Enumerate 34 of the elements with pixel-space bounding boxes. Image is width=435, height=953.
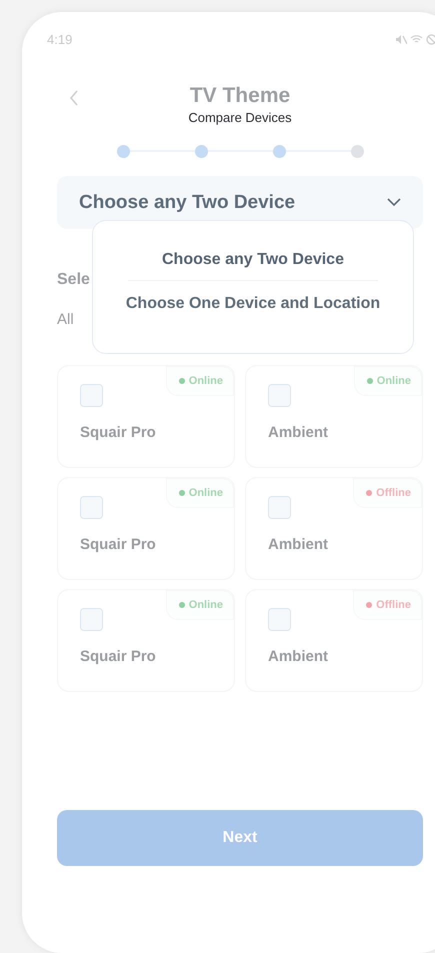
- checkbox[interactable]: [268, 496, 291, 519]
- dropdown-option[interactable]: Choose One Device and Location: [122, 295, 384, 313]
- filter-label[interactable]: All: [57, 311, 74, 328]
- device-card[interactable]: Online Squair Pro: [57, 365, 235, 468]
- checkbox[interactable]: [80, 496, 103, 519]
- device-card[interactable]: Offline Ambient: [245, 589, 423, 692]
- back-icon[interactable]: [69, 90, 79, 106]
- device-name: Ambient: [268, 648, 328, 665]
- device-card[interactable]: Online Squair Pro: [57, 477, 235, 580]
- mute-icon: [395, 34, 407, 44]
- status-text: Offline: [376, 487, 411, 499]
- checkbox[interactable]: [268, 608, 291, 631]
- device-name: Squair Pro: [80, 536, 156, 553]
- device-name: Ambient: [268, 536, 328, 553]
- device-card[interactable]: Offline Ambient: [245, 477, 423, 580]
- device-name: Ambient: [268, 424, 328, 441]
- checkbox[interactable]: [268, 384, 291, 407]
- screen-subtitle: Compare Devices: [188, 110, 292, 125]
- blocked-icon: [426, 34, 435, 44]
- screen-title: TV Theme: [190, 84, 290, 108]
- status-text: Online: [188, 487, 223, 499]
- dropdown-option[interactable]: Choose any Two Device: [158, 251, 348, 269]
- checkbox[interactable]: [80, 384, 103, 407]
- status-text: Online: [188, 375, 223, 387]
- wifi-icon: [410, 34, 423, 44]
- section-label: Sele: [57, 271, 90, 289]
- device-card[interactable]: Online Ambient: [245, 365, 423, 468]
- device-name: Squair Pro: [80, 424, 156, 441]
- status-text: Online: [376, 375, 411, 387]
- device-card[interactable]: Online Squair Pro: [57, 589, 235, 692]
- status-text: Online: [188, 599, 223, 611]
- checkbox[interactable]: [80, 608, 103, 631]
- status-text: Offline: [376, 599, 411, 611]
- device-name: Squair Pro: [80, 648, 156, 665]
